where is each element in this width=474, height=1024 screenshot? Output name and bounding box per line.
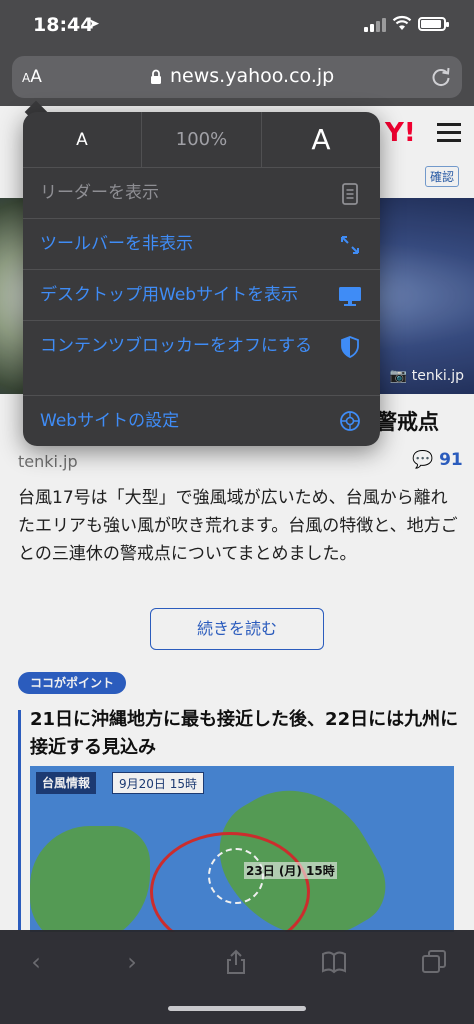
forward-icon[interactable]: › <box>118 948 146 976</box>
menu-item-label: ツールバーを非表示 <box>40 234 193 254</box>
menu-item-desktop-site[interactable]: デスクトップ用Webサイトを表示 <box>23 270 380 321</box>
location-arrow-icon: ➤ <box>88 16 100 32</box>
menu-item-hide-toolbar[interactable]: ツールバーを非表示 <box>23 219 380 270</box>
zoom-percent[interactable]: 100% <box>142 112 261 168</box>
wifi-icon <box>392 15 412 30</box>
cellular-signal-icon <box>364 18 386 32</box>
menu-item-website-settings[interactable]: Webサイトの設定 <box>23 396 380 446</box>
tabs-icon[interactable] <box>420 948 448 976</box>
zoom-out-button[interactable]: A <box>23 112 141 168</box>
home-indicator[interactable] <box>168 1006 306 1011</box>
battery-icon <box>418 17 449 31</box>
menu-item-label: Webサイトの設定 <box>40 411 180 431</box>
menu-item-content-blockers[interactable]: コンテンツブロッカーをオフにする <box>23 321 380 396</box>
share-icon[interactable] <box>222 948 250 976</box>
back-icon[interactable]: ‹ <box>22 948 50 976</box>
menu-item-label: コンテンツブロッカーをオフにする <box>40 336 313 356</box>
text-size-popup: A 100% A リーダーを表示 ツールバーを非表示 デスクトップ用Webサイト… <box>23 112 380 446</box>
status-time: 18:44 <box>33 14 94 36</box>
status-bar: 18:44 ➤ <box>0 0 474 50</box>
menu-item-label: デスクトップ用Webサイトを表示 <box>40 285 299 305</box>
reader-icon <box>342 183 358 205</box>
address-bar[interactable]: AA news.yahoo.co.jp <box>12 56 462 98</box>
expand-arrows-icon <box>341 236 359 254</box>
shield-icon <box>341 336 359 358</box>
bookmarks-icon[interactable] <box>320 948 348 976</box>
gear-icon <box>340 411 360 431</box>
lock-icon <box>151 69 161 84</box>
zoom-controls: A 100% A <box>23 112 380 168</box>
desktop-icon <box>339 287 361 306</box>
menu-item-reader[interactable]: リーダーを表示 <box>23 168 380 219</box>
reload-icon[interactable] <box>430 66 452 88</box>
text-size-button[interactable]: AA <box>22 67 42 87</box>
url-text[interactable]: news.yahoo.co.jp <box>170 65 334 87</box>
menu-item-label: リーダーを表示 <box>40 183 159 203</box>
zoom-in-button[interactable]: A <box>262 112 380 168</box>
address-bar-area: AA news.yahoo.co.jp <box>0 50 474 106</box>
